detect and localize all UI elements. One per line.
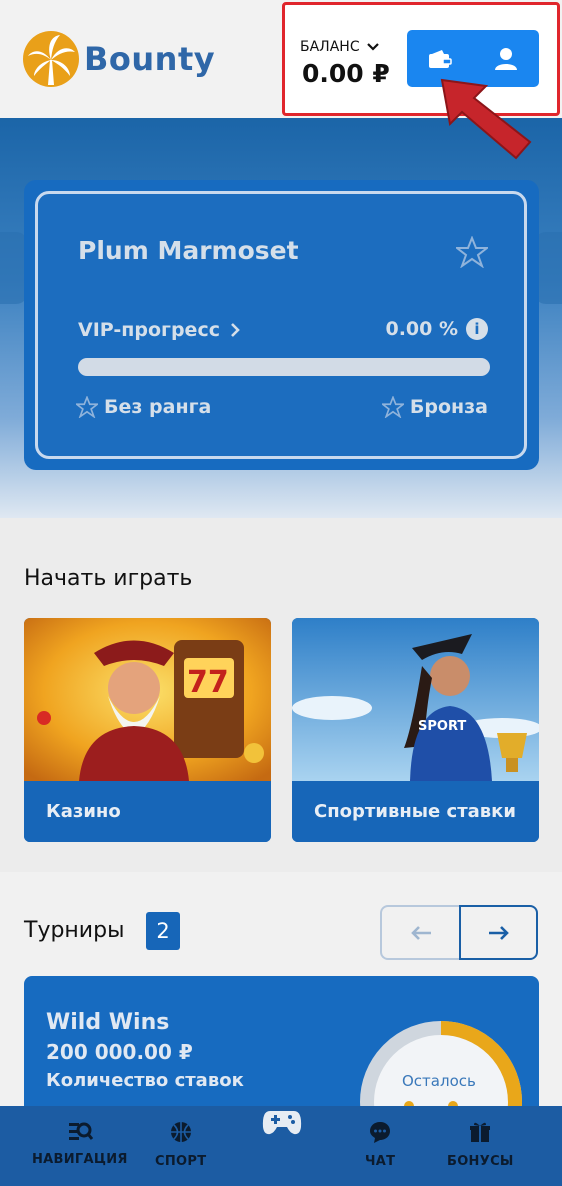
casino-pirate-image: 77 [24, 618, 271, 781]
arrow-left-icon [410, 925, 431, 940]
navigation-search-icon [68, 1122, 93, 1140]
start-playing-title: Начать играть [24, 566, 193, 591]
current-rank: Без ранга [76, 396, 211, 418]
vip-percent: 0.00 % i [385, 318, 488, 340]
tournaments-pager [380, 905, 538, 960]
nav-navigation[interactable]: НАВИГАЦИЯ [32, 1120, 128, 1167]
nav-bonuses-label: БОНУСЫ [447, 1154, 514, 1169]
vip-progress-link[interactable]: VIP-прогресс [78, 319, 240, 341]
nav-chat[interactable]: ЧАТ [365, 1120, 395, 1169]
wallet-icon [429, 49, 452, 68]
logo[interactable]: Bounty [22, 30, 215, 88]
nav-bonuses[interactable]: БОНУСЫ [447, 1120, 514, 1169]
vip-progress-bar [78, 358, 490, 376]
tournaments-prev-button[interactable] [380, 905, 459, 960]
basketball-icon [170, 1122, 191, 1142]
nav-sport-label: СПОРТ [155, 1154, 207, 1169]
tournament-bets-label: Количество ставок [46, 1070, 244, 1091]
nav-sport[interactable]: СПОРТ [155, 1120, 206, 1169]
vip-card: Plum Marmoset VIP-прогресс 0.00 % i Без … [35, 191, 527, 459]
sports-pirate-image: SPORT [292, 618, 539, 781]
bottom-navigation: НАВИГАЦИЯ СПОРТ ЧАТ БОНУСЫ [0, 1106, 562, 1186]
pointer-arrow-icon [440, 78, 532, 160]
chevron-down-icon [366, 43, 379, 51]
balance-dropdown[interactable]: БАЛАНС [300, 39, 380, 55]
sports-card-label: Спортивные ставки [292, 781, 539, 842]
star-outline-icon [76, 396, 98, 418]
tournaments-title: Турниры [24, 918, 125, 943]
vip-progress-label: VIP-прогресс [78, 319, 220, 341]
casino-card-label: Казино [24, 781, 271, 842]
chat-icon [370, 1122, 391, 1143]
casino-card[interactable]: 77 Казино [24, 618, 271, 842]
user-icon [495, 47, 517, 70]
tournaments-next-button[interactable] [459, 905, 538, 960]
tournament-name: Wild Wins [46, 1010, 170, 1035]
star-icon[interactable] [456, 236, 488, 268]
nav-chat-label: ЧАТ [365, 1154, 396, 1169]
sports-betting-card[interactable]: SPORT Спортивные ставки [292, 618, 539, 842]
logo-text: Bounty [84, 40, 216, 78]
gift-icon [470, 1122, 491, 1142]
nav-games[interactable] [260, 1102, 304, 1142]
tournaments-count-badge: 2 [146, 912, 180, 950]
balance-label: БАЛАНС [300, 39, 360, 55]
vip-percent-value: 0.00 % [385, 318, 458, 340]
sport-jersey-text: SPORT [418, 719, 466, 734]
balance-amount: 0.00 ₽ [302, 59, 390, 88]
next-rank-label: Бронза [409, 396, 488, 418]
tournament-prize: 200 000.00 ₽ [46, 1040, 193, 1064]
star-outline-icon [381, 396, 404, 418]
next-rank: Бронза [381, 396, 488, 418]
arrow-right-icon [488, 925, 509, 940]
info-icon[interactable]: i [466, 318, 488, 340]
nav-navigation-label: НАВИГАЦИЯ [32, 1152, 128, 1167]
palm-logo-icon [23, 31, 79, 87]
chevron-right-icon [231, 323, 240, 337]
gamepad-icon [262, 1111, 302, 1135]
current-rank-label: Без ранга [104, 396, 212, 418]
vip-username: Plum Marmoset [78, 236, 299, 265]
tournament-remaining-label: Осталось [402, 1072, 476, 1090]
svg-text:77: 77 [187, 665, 229, 700]
